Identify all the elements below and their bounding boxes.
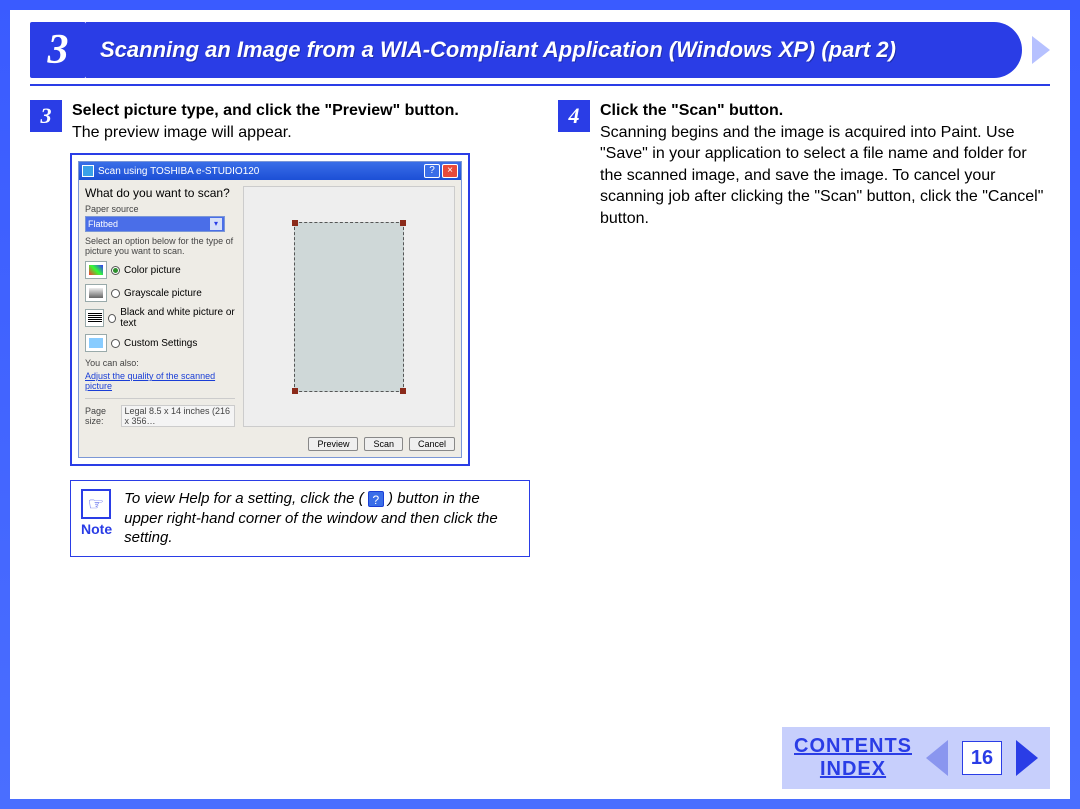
cancel-button[interactable]: Cancel: [409, 437, 455, 451]
chevron-right-icon: [1032, 36, 1050, 64]
paper-source-value: Flatbed: [88, 219, 118, 229]
app-icon: [82, 165, 94, 177]
xp-scan-dialog: Scan using TOSHIBA e-STUDIO120 ? × What …: [78, 161, 462, 458]
step-text: Click the "Scan" button. Scanning begins…: [600, 100, 1050, 230]
option-color[interactable]: Color picture: [85, 261, 235, 279]
scan-button[interactable]: Scan: [364, 437, 403, 451]
step-4-header: 4 Click the "Scan" button. Scanning begi…: [558, 100, 1050, 230]
note-label: Note: [81, 521, 112, 537]
step-title: Click the "Scan" button.: [600, 102, 783, 119]
paper-source-label: Paper source: [85, 204, 235, 214]
close-icon[interactable]: ×: [442, 164, 458, 178]
page-size-label: Page size:: [85, 406, 117, 426]
chapter-title-bar: Scanning an Image from a WIA-Compliant A…: [86, 22, 1022, 78]
page-size-value: Legal 8.5 x 14 inches (216 x 356…: [121, 405, 235, 427]
header-divider: [30, 84, 1050, 86]
option-custom[interactable]: Custom Settings: [85, 334, 235, 352]
step-title: Select picture type, and click the "Prev…: [72, 102, 459, 119]
option-grayscale[interactable]: Grayscale picture: [85, 284, 235, 302]
content-columns: 3 Select picture type, and click the "Pr…: [30, 100, 1050, 557]
select-option-text: Select an option below for the type of p…: [85, 236, 235, 256]
note-text-before: To view Help for a setting, click the (: [124, 490, 364, 507]
index-link[interactable]: INDEX: [794, 758, 912, 781]
step-body: Scanning begins and the image is acquire…: [600, 124, 1043, 227]
left-column: 3 Select picture type, and click the "Pr…: [30, 100, 530, 557]
hand-point-icon: ☞: [81, 489, 111, 519]
step-body: The preview image will appear.: [72, 124, 292, 141]
option-bw[interactable]: Black and white picture or text: [85, 307, 235, 329]
preview-document[interactable]: [294, 222, 404, 392]
crop-handle-icon[interactable]: [292, 220, 298, 226]
step-3-header: 3 Select picture type, and click the "Pr…: [30, 100, 530, 143]
help-icon: ?: [368, 491, 384, 507]
step-text: Select picture type, and click the "Prev…: [72, 100, 530, 143]
right-column: 4 Click the "Scan" button. Scanning begi…: [558, 100, 1050, 557]
dialog-heading: What do you want to scan?: [85, 186, 235, 200]
chevron-down-icon: ▾: [210, 218, 222, 230]
adjust-quality-link[interactable]: Adjust the quality of the scanned pictur…: [85, 371, 235, 391]
note-text: To view Help for a setting, click the ( …: [124, 489, 519, 548]
radio-icon: [111, 266, 120, 275]
step-number-badge: 4: [558, 100, 590, 132]
help-icon[interactable]: ?: [424, 164, 440, 178]
chapter-number-badge: 3: [30, 22, 86, 78]
preview-button[interactable]: Preview: [308, 437, 358, 451]
paper-source-select[interactable]: Flatbed ▾: [85, 216, 225, 232]
crop-handle-icon[interactable]: [400, 220, 406, 226]
contents-link[interactable]: CONTENTS: [794, 735, 912, 758]
page-footer: CONTENTS INDEX 16: [782, 727, 1050, 789]
page-number: 16: [962, 741, 1002, 775]
xp-titlebar: Scan using TOSHIBA e-STUDIO120 ? ×: [79, 162, 461, 180]
step-number-badge: 3: [30, 100, 62, 132]
crop-handle-icon[interactable]: [400, 388, 406, 394]
option-label: Grayscale picture: [124, 288, 202, 299]
option-label: Custom Settings: [124, 338, 197, 349]
option-label: Color picture: [124, 265, 181, 276]
dialog-title: Scan using TOSHIBA e-STUDIO120: [98, 166, 259, 177]
you-can-also-label: You can also:: [85, 358, 235, 368]
option-label: Black and white picture or text: [120, 307, 235, 329]
manual-page: 3 Scanning an Image from a WIA-Compliant…: [10, 10, 1070, 799]
crop-handle-icon[interactable]: [292, 388, 298, 394]
chapter-title: Scanning an Image from a WIA-Compliant A…: [100, 37, 896, 63]
prev-page-icon[interactable]: [926, 740, 948, 776]
preview-pane: [243, 186, 455, 427]
radio-icon: [108, 314, 116, 323]
screenshot-frame: Scan using TOSHIBA e-STUDIO120 ? × What …: [70, 153, 470, 466]
next-page-icon[interactable]: [1016, 740, 1038, 776]
radio-icon: [111, 339, 120, 348]
radio-icon: [111, 289, 120, 298]
note-box: ☞ Note To view Help for a setting, click…: [70, 480, 530, 557]
chapter-header: 3 Scanning an Image from a WIA-Compliant…: [30, 22, 1050, 78]
